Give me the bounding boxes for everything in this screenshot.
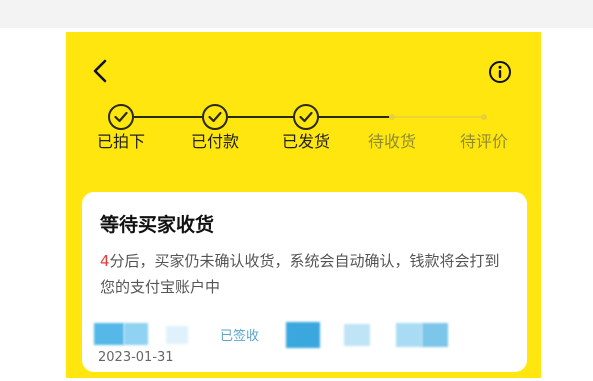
status-card: 等待买家收货 4分后，买家仍未确认收货，系统会自动确认，钱款将会打到您的支付宝账… — [82, 192, 527, 372]
chevron-left-icon — [93, 59, 107, 83]
redacted-block — [422, 323, 448, 347]
pending-dot-icon — [389, 114, 395, 120]
order-status-header: 已拍下 已付款 已发货 待收货 待评价 等待买家收货 4分后，买家仍未确认收货，… — [66, 32, 541, 378]
redacted-block — [166, 326, 188, 344]
step-label: 已拍下 — [96, 132, 145, 151]
info-button[interactable] — [488, 60, 512, 84]
redacted-block — [344, 324, 370, 346]
step-label: 已付款 — [190, 132, 239, 151]
step-awaiting-review: 待评价 — [449, 102, 519, 172]
check-circle-icon — [202, 104, 228, 130]
top-bar — [0, 0, 593, 28]
redacted-block — [286, 322, 320, 348]
redacted-block — [396, 323, 422, 347]
back-button[interactable] — [88, 58, 112, 84]
status-description-text: 分后，买家仍未确认收货，系统会自动确认，钱款将会打到您的支付宝账户中 — [100, 252, 500, 296]
step-awaiting-receipt: 待收货 — [357, 102, 427, 172]
step-shipped: 已发货 — [271, 102, 341, 172]
check-circle-icon — [293, 104, 319, 130]
step-label: 待评价 — [459, 132, 508, 151]
step-label: 已发货 — [281, 132, 330, 151]
step-paid: 已付款 — [180, 102, 250, 172]
check-circle-icon — [108, 104, 134, 130]
redacted-block — [124, 323, 148, 345]
redacted-block — [94, 323, 124, 345]
step-placed: 已拍下 — [86, 102, 156, 172]
info-circle-icon — [489, 61, 511, 83]
order-screen: 已拍下 已付款 已发货 待收货 待评价 等待买家收货 4分后，买家仍未确认收货，… — [66, 28, 541, 378]
shipment-date: 2023-01-31 — [98, 350, 174, 365]
step-label: 待收货 — [367, 132, 416, 151]
status-description: 4分后，买家仍未确认收货，系统会自动确认，钱款将会打到您的支付宝账户中 — [100, 248, 510, 300]
countdown-minutes: 4 — [100, 252, 110, 270]
order-progress: 已拍下 已付款 已发货 待收货 待评价 — [66, 102, 541, 172]
status-title: 等待买家收货 — [100, 214, 215, 236]
shipment-status: 已签收 — [220, 329, 260, 344]
pending-dot-icon — [481, 114, 487, 120]
